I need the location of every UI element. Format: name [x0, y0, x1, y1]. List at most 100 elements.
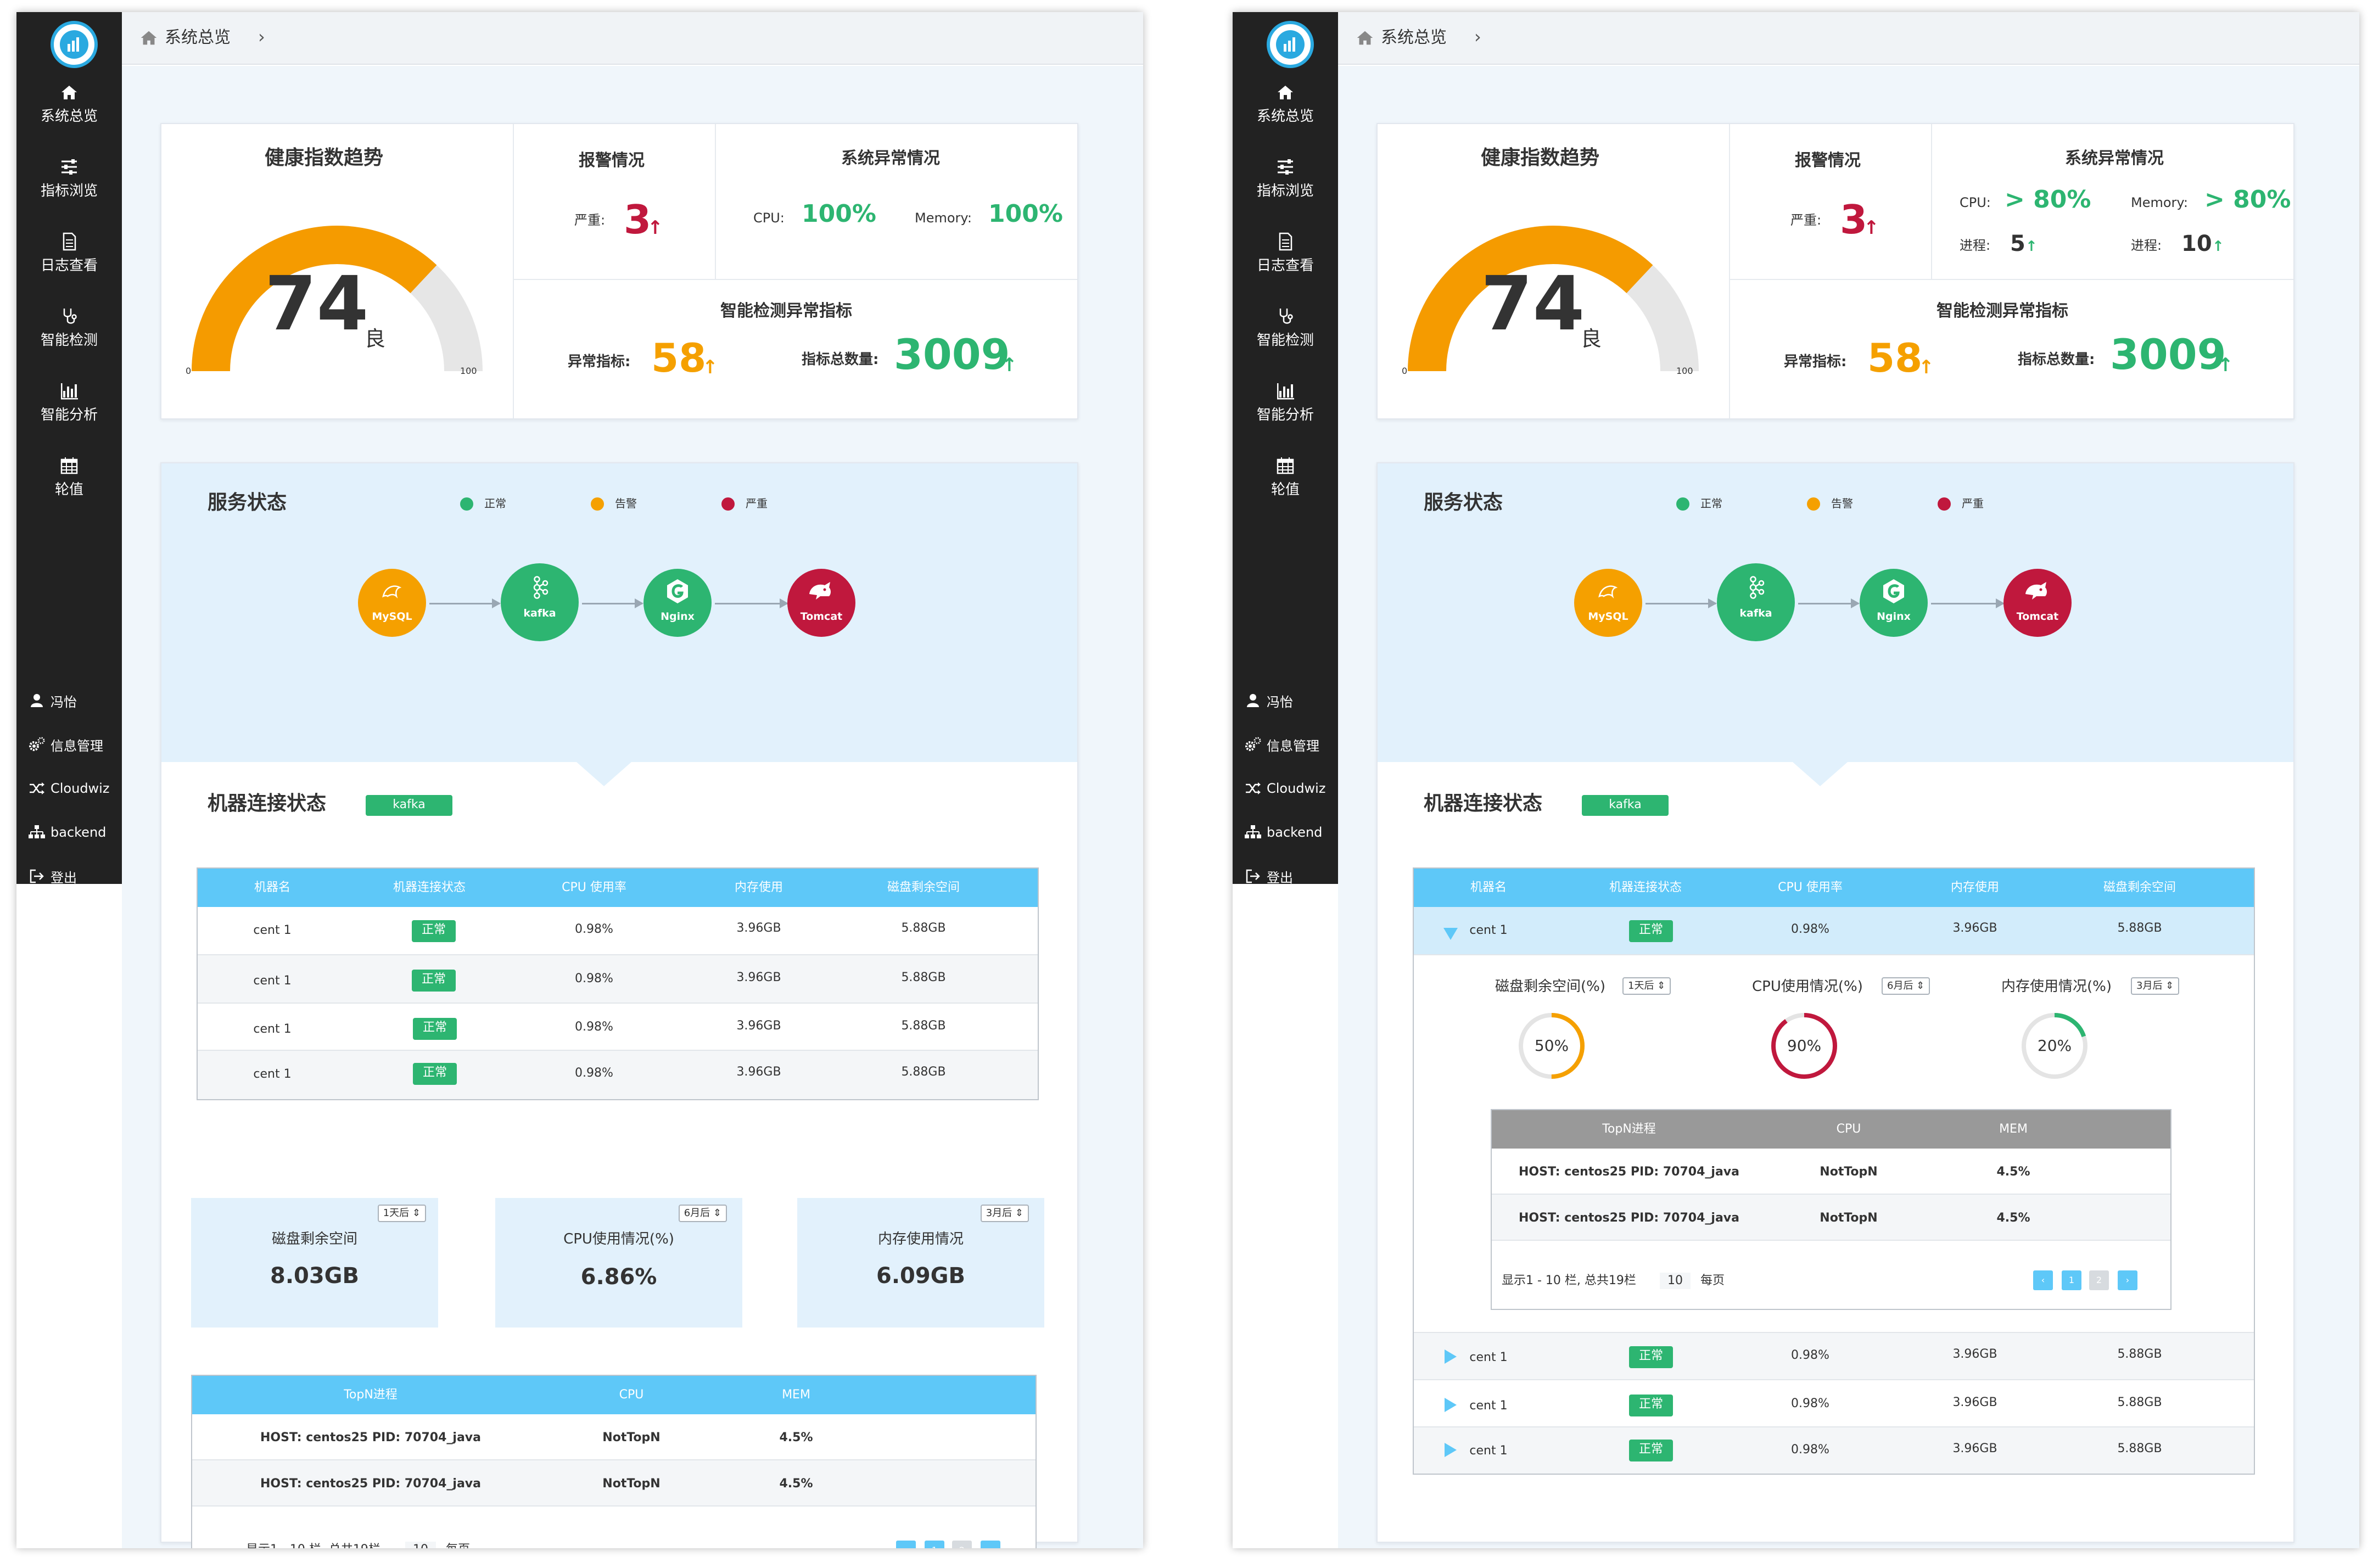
breadcrumb[interactable]: 系统总览 [1381, 27, 1447, 48]
time-range-select[interactable]: 1天后 ⇕ [377, 1205, 426, 1222]
sidebar-item-rotation[interactable]: 轮值 [1233, 455, 1338, 523]
table-row[interactable]: cent 1 正常 0.98% 3.96GB 5.88GB [198, 1004, 1038, 1051]
column-header[interactable]: 机器连接状态 [1563, 869, 1728, 907]
column-header[interactable]: CPU [549, 1376, 714, 1414]
logo-icon[interactable] [1267, 21, 1314, 68]
column-header[interactable]: CPU 使用率 [1728, 869, 1893, 907]
cogs-icon [1245, 737, 1261, 751]
column-header[interactable]: 机器名 [1414, 869, 1563, 907]
table-row[interactable]: HOST: centos25 PID: 70704_java NotTopN 4… [192, 1460, 1036, 1507]
sidebar-item-analysis[interactable]: 智能分析 [1233, 380, 1338, 448]
page-size-input[interactable]: 10 [405, 1542, 436, 1548]
cpu-ring-value: 90% [1787, 1037, 1822, 1055]
page-prev-button[interactable]: ‹ [896, 1541, 916, 1548]
service-node-tomcat[interactable]: Tomcat [787, 569, 855, 637]
column-header[interactable]: CPU 使用率 [512, 869, 676, 907]
page-2-button[interactable]: 2 [2089, 1270, 2109, 1290]
user-menu-label: 冯怡 [51, 694, 77, 710]
table-row[interactable]: cent 1 正常 0.98% 3.96GB 5.88GB [198, 1051, 1038, 1099]
page-size-input[interactable]: 10 [1660, 1273, 1691, 1289]
logout-item[interactable]: 登出 [1244, 861, 1293, 892]
table-row[interactable]: cent 1 正常 0.98% 3.96GB 5.88GB [1414, 1380, 2254, 1427]
sidebar-item-logs[interactable]: 日志查看 [1233, 231, 1338, 299]
gauge-max: 100 [1676, 366, 1693, 376]
bar-chart-icon [61, 383, 78, 400]
column-header[interactable]: 磁盘剩余空间 [2057, 869, 2222, 907]
page-size-label: 每页 [446, 1542, 470, 1548]
anomaly-cpu-value: > 80% [2005, 186, 2091, 214]
table-row[interactable]: HOST: centos25 PID: 70704_java NotTopN 4… [192, 1414, 1036, 1460]
machines-tag[interactable]: kafka [366, 795, 452, 816]
time-range-select[interactable]: 3月后 ⇕ [980, 1205, 1029, 1222]
logout-item[interactable]: 登出 [27, 861, 77, 892]
column-header[interactable]: TopN进程 [192, 1376, 549, 1414]
process-mem: 4.5% [1996, 1165, 2030, 1179]
info-manage-item[interactable]: 信息管理 [1244, 729, 1319, 760]
column-header[interactable]: MEM [714, 1376, 878, 1414]
table-row[interactable]: cent 1 正常 0.98% 3.96GB 5.88GB [198, 907, 1038, 955]
page-next-button[interactable]: › [981, 1541, 1000, 1548]
table-row[interactable]: HOST: centos25 PID: 70704_java NotTopN 4… [1492, 1195, 2170, 1241]
info-manage-item[interactable]: 信息管理 [27, 729, 103, 760]
time-range-select[interactable]: 6月后 ⇕ [1882, 977, 1930, 995]
service-node-mysql[interactable]: MySQL [1574, 569, 1642, 637]
column-header[interactable]: TopN进程 [1492, 1110, 1766, 1149]
time-range-select[interactable]: 6月后 ⇕ [678, 1205, 727, 1222]
home-icon[interactable] [138, 27, 159, 48]
gauge-min: 0 [186, 366, 192, 376]
page-prev-button[interactable]: ‹ [2033, 1270, 2053, 1290]
time-range-select[interactable]: 1天后 ⇕ [1622, 977, 1671, 995]
process-cpu: NotTopN [602, 1431, 661, 1444]
sidebar-item-metrics[interactable]: 指标浏览 [1233, 156, 1338, 224]
page-next-button[interactable]: › [2118, 1270, 2137, 1290]
sidebar-item-rotation[interactable]: 轮值 [16, 455, 122, 523]
service-node-nginx[interactable]: Nginx [643, 569, 712, 637]
column-header[interactable]: 内存使用 [676, 869, 841, 907]
column-header[interactable]: CPU [1766, 1110, 1931, 1149]
service-node-kafka[interactable]: kafka [501, 563, 579, 641]
service-topology-panel: 服务状态 正常 告警 严重 MySQL kafka Nginx Tomcat [161, 463, 1077, 762]
breadcrumb[interactable]: 系统总览 [165, 27, 231, 48]
logout-icon [1246, 869, 1260, 883]
column-header[interactable]: MEM [1931, 1110, 2096, 1149]
backend-item[interactable]: backend [27, 817, 106, 848]
health-card: 健康指数趋势 74 良 0 100 报警情况 严重: 3 ↑ 系统异常情况 CP… [160, 123, 1078, 419]
logo-icon[interactable] [51, 21, 98, 68]
user-menu-item[interactable]: 冯怡 [27, 685, 77, 716]
page-1-button[interactable]: 1 [925, 1541, 944, 1548]
table-row-expanded[interactable]: cent 1 正常 0.98% 3.96GB 5.88GB [1414, 907, 2254, 955]
disk-free: 5.88GB [901, 1019, 946, 1033]
table-row[interactable]: cent 1 正常 0.98% 3.96GB 5.88GB [198, 955, 1038, 1004]
table-row[interactable]: cent 1 正常 0.98% 3.96GB 5.88GB [1414, 1333, 2254, 1380]
anomaly-cpu-proc: 5 [2010, 231, 2025, 256]
service-node-kafka[interactable]: kafka [1717, 563, 1795, 641]
sidebar-item-metrics[interactable]: 指标浏览 [16, 156, 122, 224]
sidebar-item-analysis[interactable]: 智能分析 [16, 380, 122, 448]
page-2-button[interactable]: 2 [952, 1541, 972, 1548]
machines-tag[interactable]: kafka [1582, 795, 1669, 816]
alarm-severe-label: 严重: [574, 212, 606, 228]
backend-item[interactable]: backend [1244, 817, 1322, 848]
sidebar-item-detect[interactable]: 智能检测 [16, 305, 122, 373]
table-row[interactable]: cent 1 正常 0.98% 3.96GB 5.88GB [1414, 1427, 2254, 1474]
table-row[interactable]: HOST: centos25 PID: 70704_java NotTopN 4… [1492, 1149, 2170, 1195]
user-menu-item[interactable]: 冯怡 [1244, 685, 1293, 716]
sidebar-item-logs[interactable]: 日志查看 [16, 231, 122, 299]
column-header[interactable]: 机器连接状态 [347, 869, 512, 907]
column-header[interactable]: 内存使用 [1893, 869, 2057, 907]
sidebar-item-detect[interactable]: 智能检测 [1233, 305, 1338, 373]
mem-usage: 3.96GB [736, 1065, 781, 1079]
cloudwiz-item[interactable]: Cloudwiz [1244, 773, 1325, 804]
home-icon[interactable] [1355, 27, 1375, 48]
service-node-mysql[interactable]: MySQL [358, 569, 426, 637]
time-range-select[interactable]: 3月后 ⇕ [2131, 977, 2180, 995]
service-node-nginx[interactable]: Nginx [1860, 569, 1928, 637]
sidebar-item-overview[interactable]: 系统总览 [16, 81, 122, 149]
column-header[interactable]: 机器名 [198, 869, 347, 907]
page-1-button[interactable]: 1 [2062, 1270, 2081, 1290]
column-header[interactable]: 磁盘剩余空间 [841, 869, 1006, 907]
panel-pointer [1793, 762, 1848, 786]
sidebar-item-overview[interactable]: 系统总览 [1233, 81, 1338, 149]
service-node-tomcat[interactable]: Tomcat [2003, 569, 2072, 637]
cloudwiz-item[interactable]: Cloudwiz [27, 773, 109, 804]
